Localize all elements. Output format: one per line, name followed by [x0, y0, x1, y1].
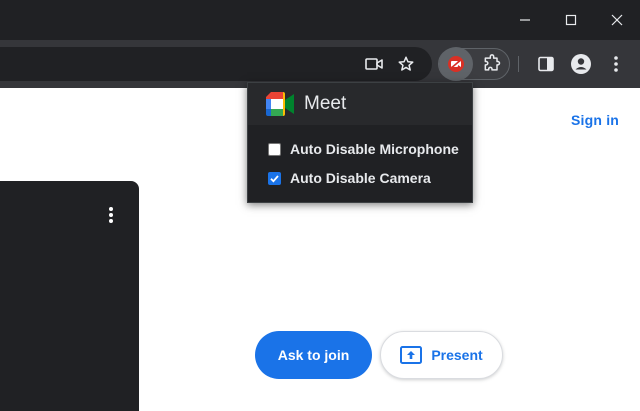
checkmark-icon	[270, 174, 279, 183]
title-bar	[0, 0, 640, 40]
puzzle-icon	[484, 54, 501, 71]
meet-extension-button[interactable]	[439, 47, 473, 81]
minimize-icon	[520, 19, 530, 21]
browser-toolbar	[0, 40, 640, 88]
star-icon	[398, 56, 414, 71]
side-panel-icon	[538, 56, 554, 72]
option-label: Auto Disable Camera	[290, 170, 431, 186]
popup-title: Meet	[304, 93, 347, 114]
maximize-icon	[565, 14, 577, 26]
meet-extension-icon	[448, 56, 464, 72]
sign-in-link[interactable]: Sign in	[571, 112, 619, 128]
present-screen-icon	[400, 346, 423, 364]
close-window-button[interactable]	[594, 0, 640, 40]
maximize-button[interactable]	[548, 0, 594, 40]
extension-popup: Meet Auto Disable Microphone Auto Disabl…	[247, 82, 473, 203]
present-button[interactable]: Present	[380, 331, 503, 379]
google-meet-logo-icon	[266, 92, 294, 116]
minimize-button[interactable]	[502, 0, 548, 40]
present-label: Present	[431, 347, 483, 363]
popup-header: Meet	[248, 83, 472, 125]
option-label: Auto Disable Microphone	[290, 141, 459, 157]
camera-checkbox[interactable]	[268, 171, 281, 185]
video-preview	[0, 181, 139, 411]
browser-menu-button[interactable]	[604, 52, 628, 76]
kebab-menu-icon	[614, 56, 618, 72]
camera-indicator-button[interactable]	[362, 52, 386, 76]
ask-to-join-button[interactable]: Ask to join	[255, 331, 372, 379]
camera-icon	[365, 58, 383, 70]
bookmark-star-button[interactable]	[394, 52, 418, 76]
more-options-icon	[109, 219, 113, 223]
close-icon	[611, 14, 623, 26]
more-options-icon	[109, 207, 113, 211]
profile-icon	[571, 54, 591, 74]
profile-button[interactable]	[569, 52, 593, 76]
microphone-checkbox[interactable]	[268, 142, 281, 156]
extensions-button[interactable]	[480, 52, 504, 76]
option-auto-disable-microphone[interactable]: Auto Disable Microphone	[268, 141, 459, 157]
more-options-icon	[109, 213, 113, 217]
more-options-button[interactable]	[104, 204, 118, 226]
side-panel-button[interactable]	[534, 52, 558, 76]
option-auto-disable-camera[interactable]: Auto Disable Camera	[268, 170, 431, 186]
toolbar-separator	[518, 56, 519, 72]
